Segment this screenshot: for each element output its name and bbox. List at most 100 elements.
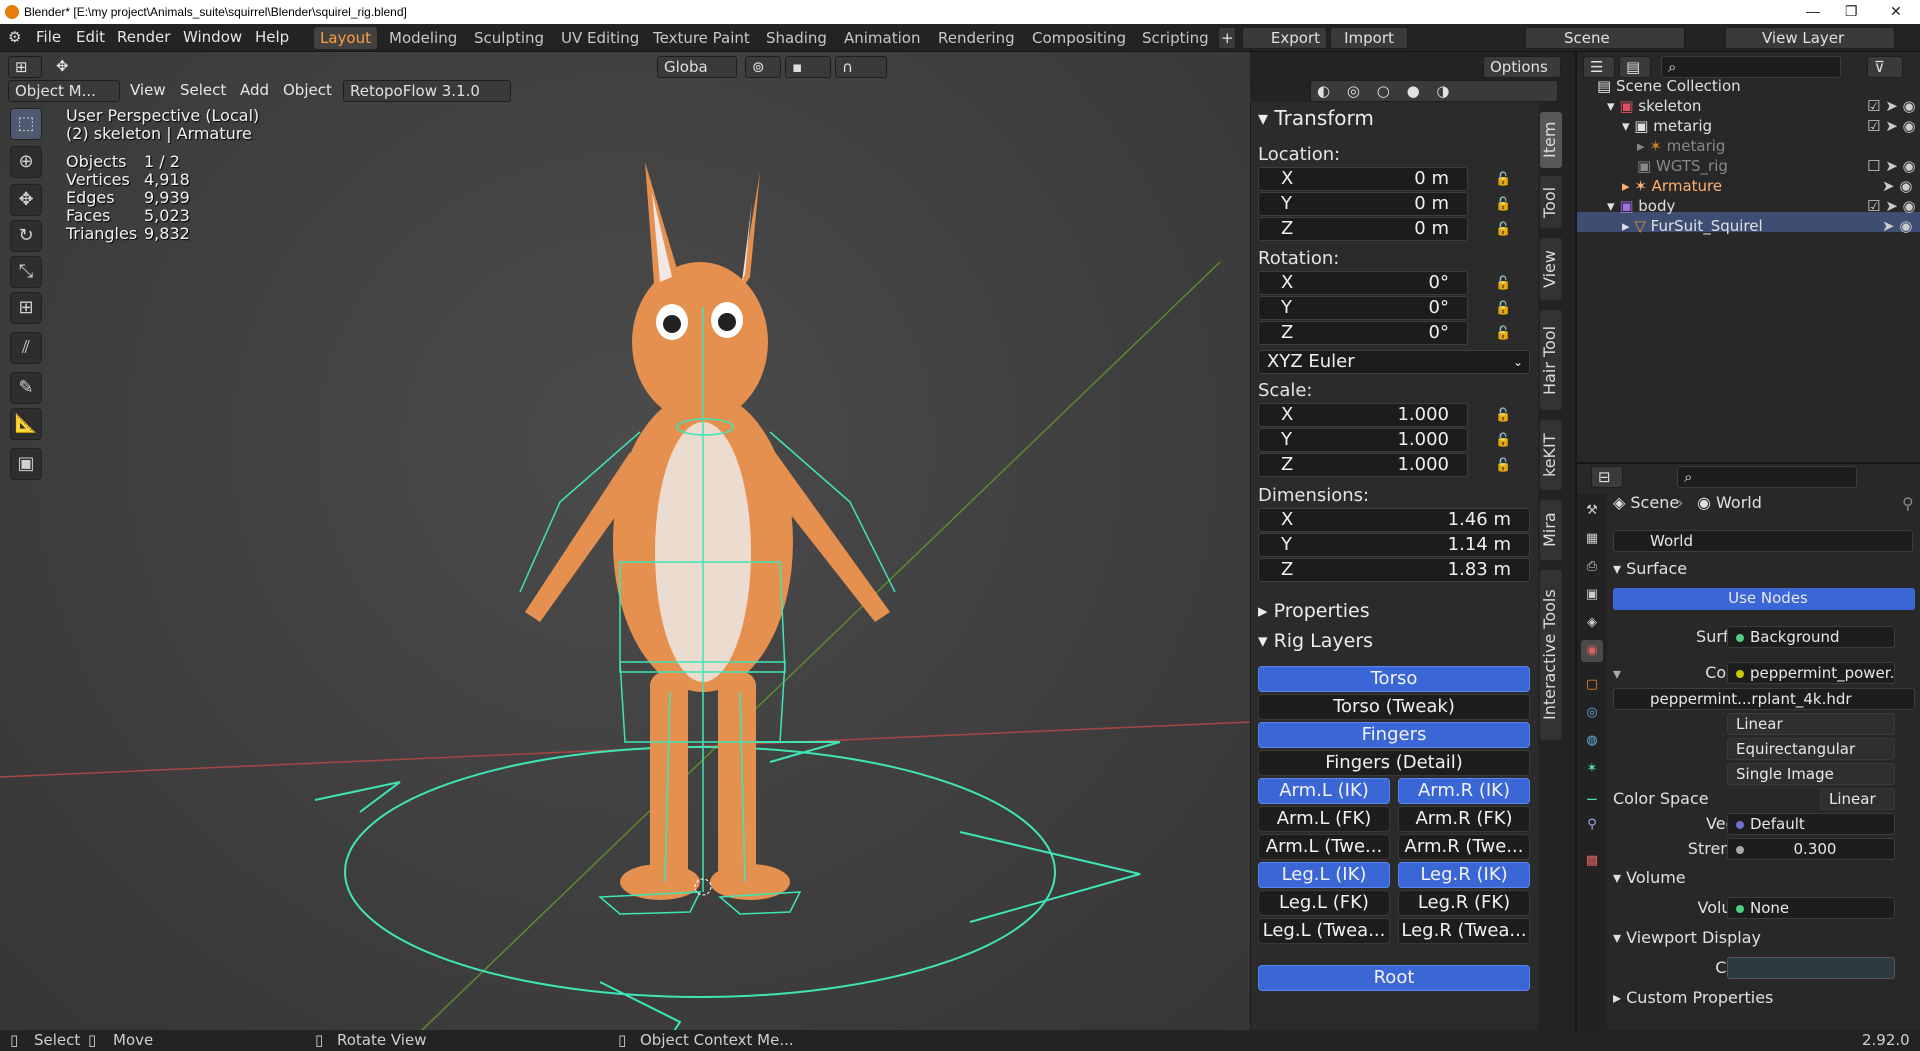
rig-layers-panel-header[interactable]: ▾ Rig Layers xyxy=(1258,630,1373,652)
tool-settings-icon[interactable]: ✥ xyxy=(50,56,76,78)
volume-panel-header[interactable]: ▾ Volume xyxy=(1613,868,1686,887)
scale-z-field[interactable]: Z 1.000 xyxy=(1258,453,1468,477)
lock-icon[interactable]: 🔓 xyxy=(1495,408,1511,424)
mode-dropdown[interactable]: Object M... xyxy=(8,80,120,102)
collection-wgts-rig[interactable]: ▣ WGTS_rig xyxy=(1637,157,1728,175)
dimension-x-field[interactable]: X 1.46 m xyxy=(1258,508,1530,532)
tab-view[interactable]: View xyxy=(1540,238,1562,300)
armature-data-tab-icon[interactable]: ✶ xyxy=(1581,758,1603,780)
rotation-y-field[interactable]: Y 0° xyxy=(1258,296,1468,320)
options-dropdown[interactable]: Options xyxy=(1483,56,1561,78)
lock-icon[interactable]: 🔓 xyxy=(1495,197,1511,213)
eye-icon[interactable]: ➤ ◉ xyxy=(1882,177,1912,195)
minimize-button[interactable]: — xyxy=(1806,3,1820,19)
menu-render[interactable]: Render xyxy=(117,28,170,46)
rotation-z-field[interactable]: Z 0° xyxy=(1258,321,1468,345)
tab-layout[interactable]: Layout xyxy=(314,27,377,49)
rig-torso-button[interactable]: Torso xyxy=(1258,666,1530,692)
lock-icon[interactable]: 🔓 xyxy=(1495,172,1511,188)
location-y-field[interactable]: Y 0 m xyxy=(1258,192,1468,216)
snap-icon[interactable]: ▪ xyxy=(785,56,831,78)
close-button[interactable]: ✕ xyxy=(1890,3,1902,20)
eye-icon[interactable]: ☑ ➤ ◉ xyxy=(1867,97,1916,115)
eye-icon[interactable]: ☑ ➤ ◉ xyxy=(1867,117,1916,135)
add-workspace-button[interactable]: + xyxy=(1218,27,1236,49)
transform-icon[interactable]: ⊞ xyxy=(10,292,42,324)
cursor-icon[interactable]: ⊕ xyxy=(10,146,42,178)
output-tab-icon[interactable]: ⎙ xyxy=(1581,556,1603,578)
color-space-dropdown[interactable]: Linear xyxy=(1820,788,1895,810)
texture-tab-icon[interactable]: ▩ xyxy=(1581,850,1603,872)
scene-selector[interactable]: Scene xyxy=(1525,27,1685,49)
object-tab-icon[interactable]: ▢ xyxy=(1581,674,1603,696)
location-z-field[interactable]: Z 0 m xyxy=(1258,217,1468,241)
tab-hair-tool[interactable]: Hair Tool xyxy=(1540,310,1562,410)
surface-shader-field[interactable]: Background xyxy=(1727,626,1895,648)
rig-root-button[interactable]: Root xyxy=(1258,965,1530,991)
scale-x-field[interactable]: X 1.000 xyxy=(1258,403,1468,427)
vector-input-field[interactable]: Default xyxy=(1727,813,1895,835)
select-box-icon[interactable]: ⬚ xyxy=(10,108,42,140)
measure-icon[interactable]: 📐 xyxy=(10,408,42,440)
lock-icon[interactable]: 🔓 xyxy=(1495,301,1511,317)
view-layer-selector[interactable]: View Layer xyxy=(1725,27,1895,49)
physics-tab-icon[interactable]: ◎ xyxy=(1581,702,1603,724)
rig-leg-r-ik-button[interactable]: Leg.R (IK) xyxy=(1398,862,1530,888)
rig-fingers-button[interactable]: Fingers xyxy=(1258,722,1530,748)
outliner-search-input[interactable]: ⌕ xyxy=(1661,56,1841,78)
rig-arm-r-ik-button[interactable]: Arm.R (IK) xyxy=(1398,778,1530,804)
grease-pencil-icon[interactable]: ⫽ xyxy=(10,332,42,364)
surface-panel-header[interactable]: ▾ Surface xyxy=(1613,559,1687,578)
rig-leg-r-tweak-button[interactable]: Leg.R (Twea... xyxy=(1398,918,1530,944)
rotation-x-field[interactable]: X 0° xyxy=(1258,271,1468,295)
viewport-menu-add[interactable]: Add xyxy=(240,81,269,99)
rig-arm-l-tweak-button[interactable]: Arm.L (Twe... xyxy=(1258,834,1390,860)
annotate-icon[interactable]: ✎ xyxy=(10,372,42,404)
dimension-z-field[interactable]: Z 1.83 m xyxy=(1258,558,1530,582)
editor-type-icon[interactable]: ⊞ xyxy=(8,56,42,78)
rig-arm-l-ik-button[interactable]: Arm.L (IK) xyxy=(1258,778,1390,804)
viewport-menu-select[interactable]: Select xyxy=(180,81,226,99)
viewport-display-panel-header[interactable]: ▾ Viewport Display xyxy=(1613,928,1761,947)
rig-arm-r-fk-button[interactable]: Arm.R (FK) xyxy=(1398,806,1530,832)
object-armature[interactable]: ▸ ✶ Armature xyxy=(1622,177,1722,195)
viewport-color-swatch[interactable] xyxy=(1727,957,1895,979)
collection-body[interactable]: ▾ ▣ body xyxy=(1607,197,1675,215)
rig-arm-l-fk-button[interactable]: Arm.L (FK) xyxy=(1258,806,1390,832)
display-mode-icon[interactable]: ▤ xyxy=(1619,56,1651,78)
scene-tab-icon[interactable]: ◈ xyxy=(1581,612,1603,634)
tab-animation[interactable]: Animation xyxy=(838,27,926,49)
add-cube-icon[interactable]: ▣ xyxy=(10,448,42,480)
pivot-point-icon[interactable]: ⊚ xyxy=(745,56,781,78)
world-tab-icon[interactable]: ◉ xyxy=(1581,640,1603,662)
tab-sculpting[interactable]: Sculpting xyxy=(468,27,550,49)
interpolation-dropdown[interactable]: Linear xyxy=(1727,713,1895,735)
viewport-menu-view[interactable]: View xyxy=(130,81,166,99)
eye-icon[interactable]: ➤ ◉ xyxy=(1882,217,1912,235)
rig-arm-r-tweak-button[interactable]: Arm.R (Twe... xyxy=(1398,834,1530,860)
tab-kekit[interactable]: keKIT xyxy=(1540,420,1562,490)
tab-texture-paint[interactable]: Texture Paint xyxy=(647,27,756,49)
maximize-button[interactable]: ❐ xyxy=(1845,3,1858,20)
projection-dropdown[interactable]: Equirectangular xyxy=(1727,738,1895,760)
rig-torso-tweak-button[interactable]: Torso (Tweak) xyxy=(1258,694,1530,720)
tab-compositing[interactable]: Compositing xyxy=(1026,27,1132,49)
filter-icon[interactable]: ⊽ xyxy=(1867,56,1903,78)
view-layer-tab-icon[interactable]: ▣ xyxy=(1581,584,1603,606)
lock-icon[interactable]: 🔓 xyxy=(1495,458,1511,474)
viewport-shading-icons[interactable]: ◐ ◎ ○ ● ◑ xyxy=(1310,80,1558,102)
menu-window[interactable]: Window xyxy=(183,28,242,46)
eye-icon[interactable]: ☑ ➤ ◉ xyxy=(1867,197,1916,215)
rotate-icon[interactable]: ↻ xyxy=(10,220,42,252)
object-fursuit-squirel[interactable]: ▸ ▽ FurSuit_Squirel xyxy=(1622,217,1763,235)
tool-tab-icon[interactable]: ⚒ xyxy=(1581,500,1603,522)
render-tab-icon[interactable]: ▦ xyxy=(1581,528,1603,550)
rig-leg-l-fk-button[interactable]: Leg.L (FK) xyxy=(1258,890,1390,916)
world-datablock-field[interactable]: World xyxy=(1613,530,1913,552)
constraints-tab-icon[interactable]: ◍ xyxy=(1581,730,1603,752)
viewport-menu-object[interactable]: Object xyxy=(283,81,332,99)
volume-shader-field[interactable]: None xyxy=(1727,897,1895,919)
source-dropdown[interactable]: Single Image xyxy=(1727,763,1895,785)
import-button[interactable]: Import xyxy=(1330,27,1408,49)
rig-leg-l-ik-button[interactable]: Leg.L (IK) xyxy=(1258,862,1390,888)
